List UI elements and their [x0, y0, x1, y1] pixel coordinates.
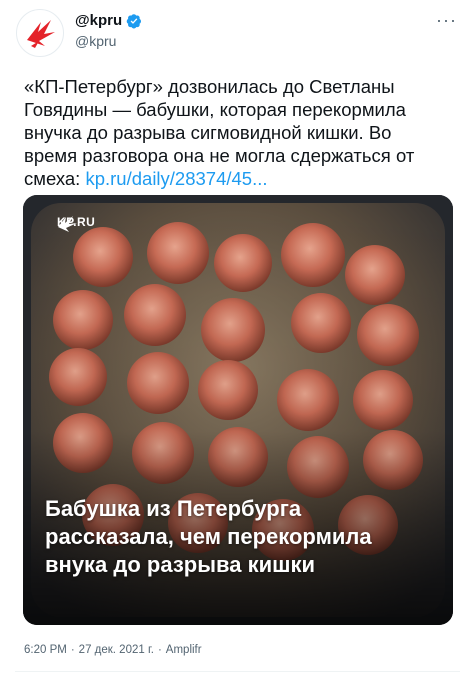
- media-headline: Бабушка из Петербурга рассказала, чем пе…: [45, 495, 445, 579]
- headline-line: рассказала, чем перекормила: [45, 524, 372, 549]
- kp-bird-white-icon: [58, 216, 77, 232]
- more-horizontal-icon: ···: [436, 10, 457, 30]
- tweet-date[interactable]: 27 дек. 2021 г.: [79, 644, 154, 656]
- kp-media-logo: KP.RU: [57, 215, 95, 232]
- author-handle[interactable]: @kpru: [75, 33, 116, 49]
- headline-line: внука до разрыва кишки: [45, 552, 316, 577]
- kp-bird-logo-icon: [27, 20, 55, 48]
- headline-line: Бабушка из Петербурга: [45, 496, 302, 521]
- tweet-text: «КП-Петербург» дозвонилась до Светланы Г…: [24, 75, 464, 190]
- author-display-name[interactable]: @kpru: [75, 12, 122, 29]
- avatar[interactable]: [16, 9, 64, 57]
- divider: [15, 671, 460, 672]
- meta-separator: ·: [70, 644, 75, 656]
- meta-separator: ·: [157, 644, 162, 656]
- tweet-media-image[interactable]: KP.RU Бабушка из Петербурга рассказала, …: [23, 195, 453, 625]
- more-options-button[interactable]: ···: [436, 10, 457, 31]
- author-name-row: @kpru: [75, 12, 142, 29]
- tweet-time[interactable]: 6:20 PM: [24, 644, 67, 656]
- verified-badge-icon: [126, 13, 142, 28]
- tweet-source[interactable]: Amplifr: [166, 644, 202, 656]
- tweet-meta: 6:20 PM · 27 дек. 2021 г. · Amplifr: [24, 644, 202, 656]
- tweet-link[interactable]: kp.ru/daily/28374/45...: [85, 168, 267, 189]
- tweet-card: @kpru @kpru ··· «КП-Петербург» дозвонила…: [0, 0, 475, 680]
